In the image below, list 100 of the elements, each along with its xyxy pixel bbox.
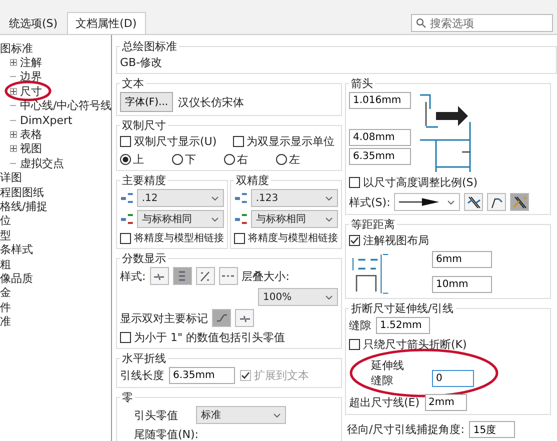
dual-mark-label: 显示双对主要标记 <box>120 310 208 326</box>
input-field[interactable]: 6.35mm <box>349 148 411 165</box>
input-field[interactable]: 1.52mm <box>376 317 430 334</box>
checkbox[interactable] <box>232 136 244 147</box>
tree-item[interactable]: 中心线/中心符号线 <box>20 98 112 114</box>
style-label: 样式: <box>120 268 146 284</box>
search-field[interactable]: 搜索选项 <box>411 14 553 32</box>
tree-item[interactable]: 格线/捕捉 <box>0 199 48 214</box>
font-name: 汉仪长仿宋体 <box>178 94 244 110</box>
checkbox-label: 注解视图布局 <box>363 233 429 248</box>
precision-icon <box>234 191 248 205</box>
check-icon <box>350 236 359 245</box>
input-field[interactable]: 10mm <box>432 276 492 293</box>
arrow-placement-button[interactable] <box>464 193 484 211</box>
checkbox[interactable] <box>234 232 245 244</box>
radio-label: 左 <box>289 152 300 167</box>
radio-label: 上 <box>133 152 144 167</box>
tolerance-icon <box>234 212 248 226</box>
fraction-style-button[interactable] <box>235 309 254 327</box>
fraction-style-button[interactable] <box>196 267 215 285</box>
group-title: 折断尺寸延伸线/引线 <box>350 301 455 316</box>
caret-icon <box>273 412 281 418</box>
tree-item[interactable]: 视图 <box>20 141 42 156</box>
radio-button[interactable] <box>120 154 131 165</box>
tree-item[interactable]: 边界 <box>20 69 42 84</box>
check-icon <box>241 371 250 380</box>
caret-icon <box>211 196 219 200</box>
checkbox-label: 将精度与模型相链接 <box>248 232 338 245</box>
group-title: 等距距离 <box>350 217 396 232</box>
arrow-placement-button[interactable] <box>487 193 506 211</box>
tree-item[interactable]: 件 <box>0 300 11 315</box>
stack-size-dropdown[interactable]: 100% <box>258 288 338 306</box>
expand-icon[interactable] <box>10 131 17 138</box>
fraction-style-button[interactable] <box>172 267 192 285</box>
checkbox-label: 为双显示显示单位 <box>246 134 335 149</box>
field-label: 尾随零值(N): <box>134 427 199 441</box>
tree-item[interactable]: DimXpert <box>20 114 72 127</box>
checkbox-label: 为小于 1" 的数值包括引头零值 <box>134 330 286 345</box>
tab[interactable]: 文档属性(D) <box>66 12 146 34</box>
input-field[interactable]: 0 <box>432 370 474 387</box>
font-button[interactable]: 字体(F)... <box>120 92 174 112</box>
caret-icon <box>325 216 333 222</box>
field-label: 缝隙 <box>371 373 394 388</box>
tree-item[interactable]: 粗 <box>0 256 11 272</box>
precision-dropdown[interactable]: .12 <box>136 189 224 207</box>
input-field[interactable]: 2mm <box>424 394 467 411</box>
radio-button[interactable] <box>172 154 183 165</box>
arrow-placement-icon <box>466 194 482 210</box>
checkbox-label: 将精度与模型相链接 <box>134 232 224 245</box>
precision-dropdown[interactable]: .123 <box>250 189 338 207</box>
caret-icon <box>211 216 219 222</box>
field-label: 引线长度 <box>120 368 164 383</box>
tree-item[interactable]: 表格 <box>20 127 42 142</box>
group-title: 水平折线 <box>121 351 167 366</box>
arrow-placement-button[interactable] <box>510 193 530 211</box>
input-field[interactable]: 15度 <box>469 421 516 438</box>
input-field[interactable]: 6mm <box>432 251 492 268</box>
checkbox[interactable] <box>120 136 131 147</box>
checkbox[interactable] <box>120 232 131 244</box>
tree-item[interactable]: 型 <box>0 228 11 243</box>
tree-item[interactable]: 准 <box>0 314 11 330</box>
checkbox-label: 只绕尺寸箭头折断(K) <box>363 337 467 352</box>
group-title: 双制尺寸 <box>121 118 167 133</box>
checkbox[interactable] <box>349 235 360 246</box>
field-label: 延伸线 <box>371 358 404 373</box>
fraction-style-button[interactable] <box>150 267 169 285</box>
checkbox[interactable] <box>120 332 131 343</box>
checkbox[interactable] <box>349 339 360 350</box>
expand-icon[interactable] <box>10 145 17 152</box>
fraction-style-button[interactable] <box>218 267 238 285</box>
group-title: 主要精度 <box>121 173 167 188</box>
tolerance-dropdown[interactable]: 与标称相同 <box>250 210 338 228</box>
tree-item[interactable]: 注解 <box>20 55 42 70</box>
tolerance-dropdown[interactable]: 与标称相同 <box>136 210 224 228</box>
checkbox-label: 扩展到文本 <box>254 368 309 383</box>
expand-icon[interactable] <box>10 59 17 66</box>
input-field[interactable]: 4.08mm <box>349 129 411 146</box>
tree-item[interactable]: 像品质 <box>0 270 33 286</box>
search-icon <box>416 18 426 28</box>
checkbox[interactable] <box>349 177 360 188</box>
fraction-style-button[interactable] <box>212 309 231 327</box>
group-title: 总绘图标准 <box>121 39 178 54</box>
tree-item[interactable]: 详图 <box>0 170 22 186</box>
group-title: 文本 <box>121 76 145 91</box>
leading-zero-dropdown[interactable]: 标准 <box>196 406 286 424</box>
tree-item[interactable]: 条样式 <box>0 242 33 258</box>
caret-icon <box>447 200 456 204</box>
input-field[interactable]: 6.35mm <box>169 367 235 384</box>
tree-item[interactable]: 虚拟交点 <box>20 156 64 171</box>
tree-item[interactable]: 金 <box>0 285 11 300</box>
field-label: 引头零值 <box>134 408 178 422</box>
tree-item[interactable]: 图标准 <box>0 40 33 56</box>
tree-item[interactable]: 程图图纸 <box>0 184 44 200</box>
arrow-style-dropdown[interactable] <box>394 193 460 211</box>
radio-button[interactable] <box>224 154 235 165</box>
tree-item[interactable]: 位 <box>0 213 11 228</box>
checkbox-label: 以尺寸高度调整比例(S) <box>363 175 478 190</box>
radio-button[interactable] <box>276 154 287 165</box>
expand-icon[interactable] <box>10 88 17 95</box>
input-field[interactable]: 1.016mm <box>349 92 411 109</box>
